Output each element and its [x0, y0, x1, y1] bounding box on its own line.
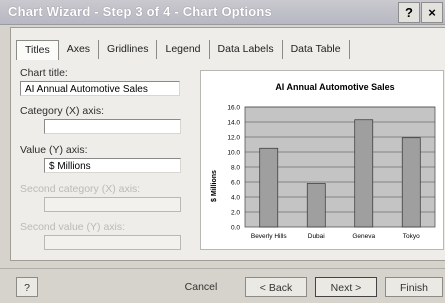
chart-preview: AI Annual Automotive Sales $ Millions 0.…	[200, 70, 444, 250]
x-tick-label: Geneva	[352, 233, 375, 240]
chart-title-field[interactable]: AI Annual Automotive Sales	[20, 81, 180, 96]
y-tick-label: 10.0	[227, 150, 240, 157]
bar	[354, 119, 374, 228]
y-axis-title: $ Millions	[211, 170, 218, 202]
second-category-axis-field	[44, 197, 181, 212]
y-tick-label: 16.0	[227, 105, 240, 112]
y-tick-label: 4.0	[231, 195, 240, 202]
tab-titles[interactable]: Titles	[16, 40, 59, 60]
bar	[401, 137, 421, 228]
footer-divider	[0, 268, 445, 269]
value-axis-field[interactable]: $ Millions	[44, 158, 181, 173]
title-bar: Chart Wizard - Step 3 of 4 - Chart Optio…	[0, 0, 445, 25]
close-button[interactable]: ×	[421, 2, 443, 23]
y-tick-label: 6.0	[231, 180, 240, 187]
tab-data-labels[interactable]: Data Labels	[210, 40, 283, 59]
y-tick-label: 14.0	[227, 120, 240, 127]
tab-gridlines[interactable]: Gridlines	[99, 40, 158, 59]
tab-strip: Titles Axes Gridlines Legend Data Labels…	[16, 40, 350, 60]
second-value-axis-label: Second value (Y) axis:	[20, 221, 126, 233]
finish-button[interactable]: Finish	[385, 277, 443, 297]
tab-axes[interactable]: Axes	[59, 40, 100, 59]
chart-title: AI Annual Automotive Sales	[275, 82, 394, 92]
y-tick-label: 12.0	[227, 135, 240, 142]
window-title: Chart Wizard - Step 3 of 4 - Chart Optio…	[8, 4, 272, 19]
chart-svg: AI Annual Automotive Sales $ Millions 0.…	[211, 82, 436, 240]
second-category-axis-label: Second category (X) axis:	[20, 183, 141, 195]
category-axis-label: Category (X) axis:	[20, 105, 105, 117]
help-button[interactable]: ?	[16, 277, 38, 297]
next-button[interactable]: Next >	[315, 277, 377, 297]
bar	[306, 183, 326, 228]
plot-area: 0.0 2.0 4.0 6.0 8.0 10.0 12.0 14.0 16.0 Beverly H…	[227, 105, 436, 240]
y-tick-label: 2.0	[231, 210, 240, 217]
tab-data-table[interactable]: Data Table	[283, 40, 350, 59]
x-tick-label: Beverly Hills	[251, 233, 288, 240]
tab-legend[interactable]: Legend	[157, 40, 210, 59]
x-tick-label: Dubai	[308, 233, 325, 240]
x-tick-label: Tokyo	[403, 233, 420, 240]
cancel-button[interactable]: Cancel	[173, 277, 229, 297]
second-value-axis-field	[44, 235, 181, 250]
help-title-button[interactable]: ?	[398, 2, 420, 23]
category-axis-field[interactable]	[44, 119, 181, 134]
value-axis-label: Value (Y) axis:	[20, 144, 88, 156]
back-button[interactable]: < Back	[245, 277, 307, 297]
y-tick-label: 0.0	[231, 225, 240, 232]
y-tick-label: 8.0	[231, 165, 240, 172]
bar	[259, 147, 279, 228]
chart-title-label: Chart title:	[20, 67, 68, 79]
